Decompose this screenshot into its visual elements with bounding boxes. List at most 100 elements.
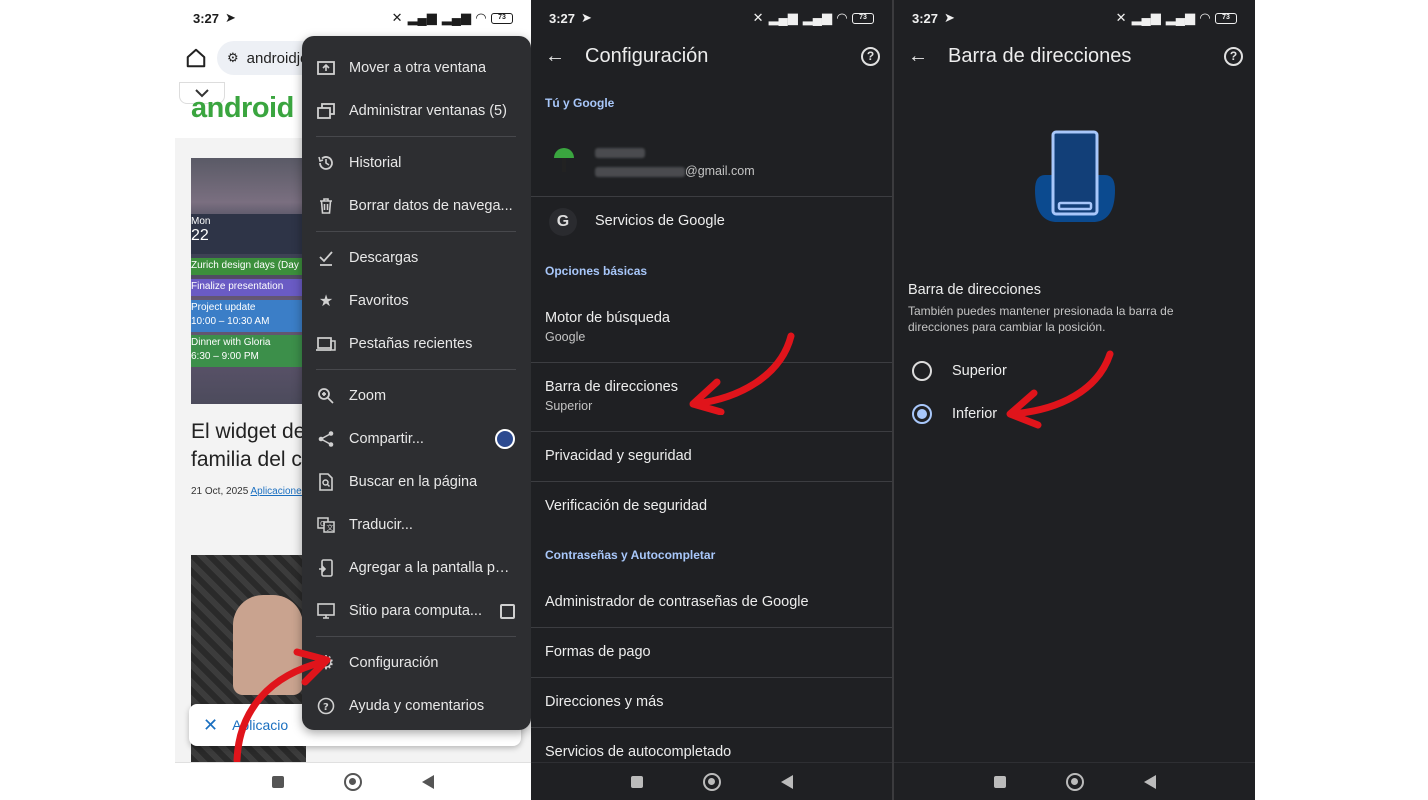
page-title: Barra de direcciones: [948, 44, 1132, 67]
menu-item-recent-tabs[interactable]: Pestañas recientes: [302, 324, 531, 364]
download-check-icon: [316, 248, 336, 268]
addresses-row[interactable]: Direcciones y más: [531, 694, 892, 710]
row-title: Barra de direcciones: [545, 379, 678, 395]
google-services-row[interactable]: Servicios de Google: [531, 213, 892, 229]
recents-button[interactable]: [630, 775, 643, 788]
mute-icon: ✕: [1115, 10, 1127, 25]
divider: [531, 362, 892, 363]
menu-item-settings[interactable]: ⚙ Configuración: [302, 643, 531, 683]
back-arrow-icon[interactable]: ←: [545, 45, 565, 68]
divider: [531, 677, 892, 678]
back-button[interactable]: [780, 774, 793, 789]
menu-item-manage-windows[interactable]: Administrar ventanas (5): [302, 91, 531, 131]
menu-item-history[interactable]: Historial: [302, 143, 531, 183]
divider: [531, 627, 892, 628]
browser-menu-screen: 3:27 ➤ ✕ ▂▄▆ ▂▄▆ ◠ 73 ⚙ androidje androi…: [175, 0, 531, 800]
trash-icon: [316, 196, 336, 216]
site-settings-icon[interactable]: ⚙: [227, 50, 239, 66]
menu-divider: [316, 136, 516, 137]
section-header: Opciones básicas: [545, 264, 648, 278]
recents-button[interactable]: [993, 775, 1006, 788]
menu-item-label: Historial: [349, 155, 402, 171]
site-logo[interactable]: android: [191, 92, 294, 125]
autofill-services-row[interactable]: Servicios de autocompletado: [531, 744, 892, 760]
menu-item-move-window[interactable]: Mover a otra ventana: [302, 48, 531, 88]
row-title: Formas de pago: [545, 644, 651, 660]
payment-methods-row[interactable]: Formas de pago: [531, 644, 892, 660]
account-row[interactable]: @gmail.com: [531, 132, 892, 196]
menu-item-help[interactable]: ? Ayuda y comentarios: [302, 686, 531, 726]
option-title: Barra de direcciones: [908, 282, 1041, 298]
menu-item-zoom[interactable]: Zoom: [302, 376, 531, 416]
back-button[interactable]: [1143, 774, 1156, 789]
menu-item-share[interactable]: Compartir...: [302, 419, 531, 459]
address-bar-row[interactable]: Barra de direcciones Superior: [531, 379, 892, 413]
section-header: Tú y Google: [545, 96, 615, 110]
article-title[interactable]: El widget de familia del c: [191, 418, 311, 474]
article-category-link[interactable]: Aplicaciones: [251, 486, 307, 497]
calendar-event: Zurich design days (Day: [191, 258, 306, 275]
signal-icon: ▂▄▆: [1131, 10, 1161, 25]
calendar-event-time: 10:00 – 10:30 AM: [191, 316, 270, 327]
signal-icon-2: ▂▄▆: [441, 10, 471, 25]
menu-item-add-to-home[interactable]: Agregar a la pantalla pri...: [302, 548, 531, 588]
home-button[interactable]: [1065, 772, 1084, 791]
menu-item-label: Sitio para computa...: [349, 603, 482, 619]
bottom-bar-text[interactable]: Aplicacio: [232, 717, 288, 733]
menu-item-label: Mover a otra ventana: [349, 60, 487, 76]
system-nav-bar: [175, 762, 531, 800]
radio-superior[interactable]: [912, 361, 932, 381]
row-title: Motor de búsqueda: [545, 310, 670, 326]
status-bar: 3:27 ➤ ✕ ▂▄▆ ▂▄▆ ◠ 73: [531, 0, 892, 36]
menu-item-find-in-page[interactable]: Buscar en la página: [302, 462, 531, 502]
recents-button[interactable]: [272, 775, 284, 788]
calendar-event: Project update 10:00 – 10:30 AM: [191, 300, 306, 332]
help-icon[interactable]: ?: [1224, 46, 1243, 66]
back-button[interactable]: [422, 774, 434, 789]
mute-icon: ✕: [391, 10, 403, 25]
status-bar: 3:27 ➤ ✕ ▂▄▆ ▂▄▆ ◠ 73: [175, 0, 531, 36]
menu-item-clear-data[interactable]: Borrar datos de navega...: [302, 186, 531, 226]
calendar-event-time: 6:30 – 9:00 PM: [191, 351, 259, 362]
menu-item-desktop-site[interactable]: Sitio para computa...: [302, 591, 531, 631]
home-button[interactable]: [344, 772, 362, 791]
close-icon[interactable]: ✕: [203, 715, 218, 736]
safety-check-row[interactable]: Verificación de seguridad: [531, 498, 892, 514]
menu-item-label: Descargas: [349, 250, 419, 266]
menu-item-translate[interactable]: G文 Traducir...: [302, 505, 531, 545]
mute-icon: ✕: [752, 10, 764, 25]
divider: [531, 431, 892, 432]
signal-icon: ▂▄▆: [407, 10, 437, 25]
app-bar: ← Barra de direcciones ?: [894, 36, 1255, 76]
password-manager-row[interactable]: Administrador de contraseñas de Google: [531, 594, 892, 610]
home-icon[interactable]: [185, 47, 207, 69]
history-icon: [316, 153, 336, 173]
back-arrow-icon[interactable]: ←: [908, 45, 928, 68]
settings-screen: 3:27 ➤ ✕ ▂▄▆ ▂▄▆ ◠ 73 ← Configuración ? …: [531, 0, 892, 800]
home-button[interactable]: [702, 772, 721, 791]
url-text: androidje: [246, 49, 309, 67]
wifi-icon: ◠: [476, 10, 486, 25]
status-time: 3:27: [549, 10, 576, 26]
menu-item-bookmarks[interactable]: ★ Favoritos: [302, 281, 531, 321]
status-time: 3:27: [193, 10, 220, 26]
privacy-row[interactable]: Privacidad y seguridad: [531, 448, 892, 464]
menu-item-downloads[interactable]: Descargas: [302, 238, 531, 278]
desktop-site-checkbox[interactable]: [500, 603, 515, 619]
help-icon: ?: [316, 696, 336, 716]
account-email-domain: @gmail.com: [685, 164, 755, 178]
option-superior[interactable]: Superior: [912, 361, 1007, 381]
translate-icon: G文: [316, 515, 336, 535]
section-header: Contraseñas y Autocompletar: [545, 548, 716, 562]
radio-inferior[interactable]: [912, 404, 932, 424]
phone-illustration-icon: [1035, 130, 1115, 222]
search-engine-row[interactable]: Motor de búsqueda Google: [531, 310, 892, 344]
move-window-icon: [316, 58, 336, 78]
share-target-avatar[interactable]: [495, 429, 515, 449]
screenshot-stage: 3:27 ➤ ✕ ▂▄▆ ▂▄▆ ◠ 73 ⚙ androidje androi…: [0, 0, 1428, 800]
help-icon[interactable]: ?: [861, 46, 880, 66]
share-icon: [316, 429, 336, 449]
menu-item-label: Favoritos: [349, 293, 409, 309]
menu-item-label: Configuración: [349, 655, 439, 671]
option-inferior[interactable]: Inferior: [912, 404, 997, 424]
